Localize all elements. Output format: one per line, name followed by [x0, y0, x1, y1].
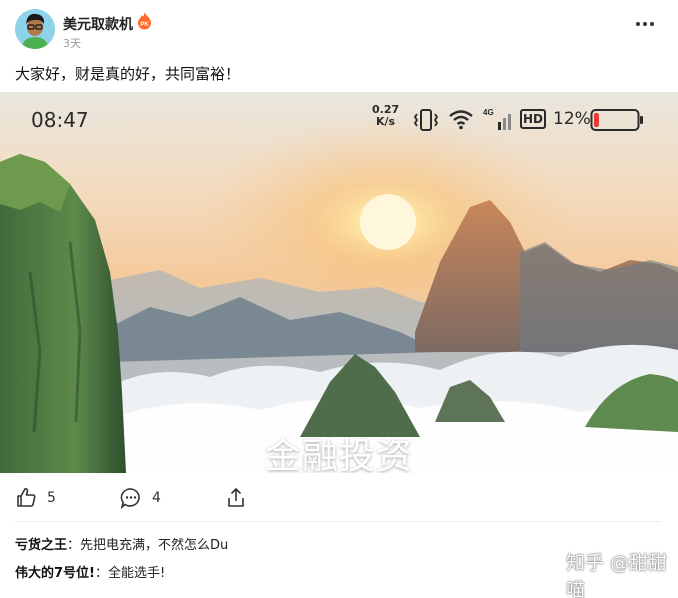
image-caption: 金融投资	[264, 436, 413, 473]
comment-text: ：先把电充满，不然怎么Du	[67, 538, 229, 553]
status-bar: 08:47 0.27 K/s 4G HD 12%	[0, 92, 678, 148]
vibrate-icon	[413, 108, 439, 132]
post-text: 大家好，财是真的好，共同富裕！	[15, 65, 241, 83]
network-speed: 0.27 K/s	[372, 104, 399, 128]
wifi-icon	[448, 108, 474, 130]
comment-button[interactable]: 4	[120, 478, 161, 518]
thumbs-up-icon	[17, 487, 36, 507]
comment-item[interactable]: 伟大的7号位!：全能选手!	[15, 560, 615, 588]
comment-text: ：全能选手!	[94, 566, 166, 581]
network-type-label: 4G	[483, 108, 494, 117]
divider	[15, 521, 661, 522]
like-button[interactable]: 5	[15, 478, 56, 518]
dot-icon	[643, 22, 647, 26]
action-bar: 5 4	[0, 478, 678, 518]
avatar[interactable]	[15, 9, 55, 49]
comment-bubble-icon	[120, 488, 140, 509]
comment-item[interactable]: 亏货之王：先把电充满，不然怎么Du	[15, 532, 615, 560]
watermark: 知乎 @甜甜喵	[566, 552, 668, 598]
mountain-landscape-image	[0, 92, 678, 473]
commenter-name[interactable]: 亏货之王	[15, 538, 67, 553]
post-header: 美元取款机 PK 3天	[0, 0, 678, 58]
status-time: 08:47	[31, 108, 89, 132]
like-count: 5	[47, 490, 56, 506]
post-time: 3天	[63, 37, 81, 50]
battery-percent: 12%	[553, 109, 591, 129]
post-image[interactable]: 08:47 0.27 K/s 4G HD 12% 金融投资	[0, 92, 678, 473]
hd-badge: HD	[520, 109, 546, 129]
cellular-signal-icon: 4G	[482, 106, 516, 132]
share-icon	[228, 488, 244, 507]
comment-count: 4	[152, 490, 161, 506]
network-speed-unit: K/s	[376, 115, 396, 128]
more-options-button[interactable]	[632, 14, 658, 34]
share-button[interactable]	[226, 478, 246, 518]
commenter-name[interactable]: 伟大的7号位!	[15, 566, 95, 581]
dot-icon	[650, 22, 654, 26]
author-name[interactable]: 美元取款机	[63, 14, 133, 34]
dot-icon	[636, 22, 640, 26]
pk-badge-icon: PK	[137, 12, 152, 30]
pk-badge-label: PK	[140, 22, 149, 28]
comment-preview-list: 亏货之王：先把电充满，不然怎么Du 伟大的7号位!：全能选手!	[15, 532, 615, 588]
battery-icon	[590, 108, 644, 132]
